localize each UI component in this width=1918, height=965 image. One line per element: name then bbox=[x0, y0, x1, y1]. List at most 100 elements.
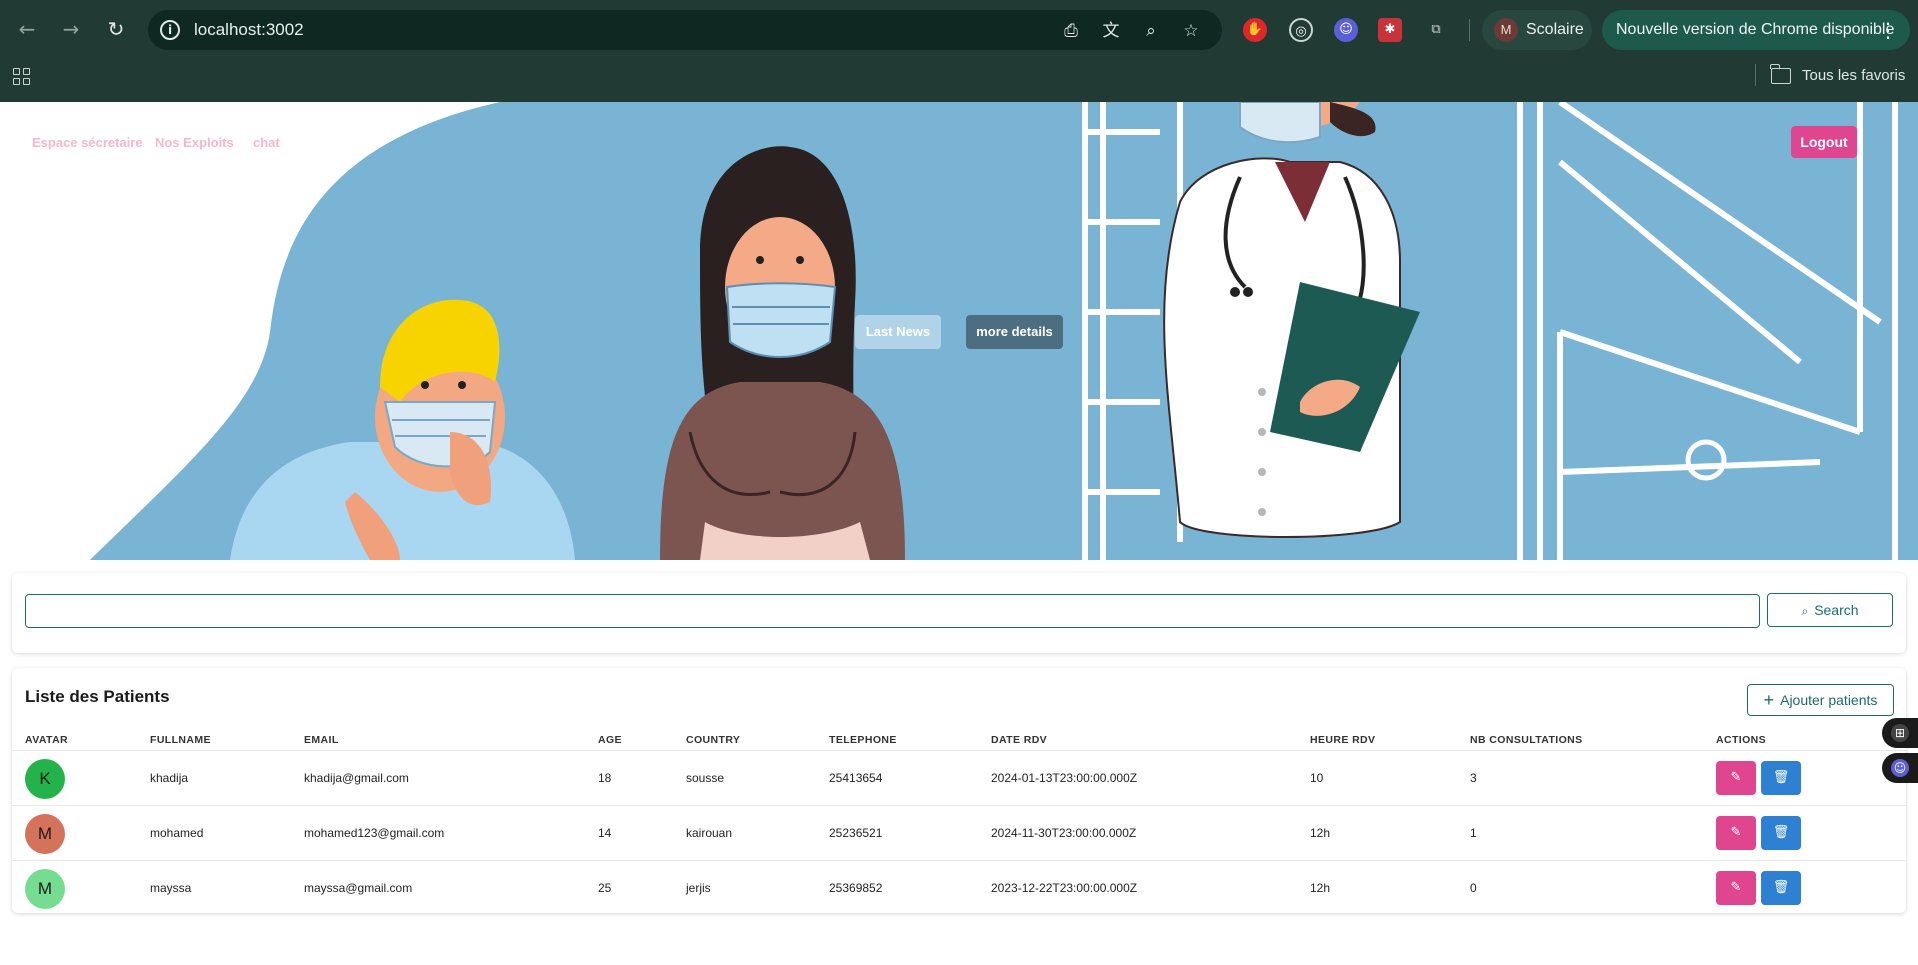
update-text: Nouvelle version de Chrome disponible bbox=[1616, 21, 1895, 38]
grid-icon: ⊞ bbox=[1891, 724, 1909, 742]
cell-fullname: khadija bbox=[150, 771, 189, 785]
avatar: K bbox=[25, 759, 65, 799]
table-row: K khadija khadija@gmail.com 18 sousse 25… bbox=[12, 751, 1906, 806]
bookmarks-bar bbox=[0, 60, 1918, 102]
delete-button[interactable]: 🗑 bbox=[1761, 761, 1801, 795]
forward-icon[interactable]: → bbox=[58, 16, 84, 42]
cell-date-rdv: 2024-11-30T23:00:00.000Z bbox=[991, 826, 1137, 840]
profile-button[interactable]: M Scolaire bbox=[1482, 10, 1592, 50]
back-icon[interactable]: ← bbox=[14, 16, 40, 42]
zoom-icon[interactable]: ⌕ bbox=[1140, 20, 1162, 42]
apps-grid-icon[interactable] bbox=[13, 68, 33, 88]
avatar: M bbox=[25, 814, 65, 854]
cell-telephone: 25369852 bbox=[829, 881, 883, 895]
trash-icon: 🗑 bbox=[1772, 770, 1790, 785]
col-country: COUNTRY bbox=[686, 734, 741, 746]
nav-chat[interactable]: chat bbox=[253, 135, 280, 150]
table-row: M mohamed mohamed123@gmail.com 14 kairou… bbox=[12, 806, 1906, 861]
delete-button[interactable]: 🗑 bbox=[1761, 871, 1801, 905]
site-info-icon[interactable]: i bbox=[160, 20, 180, 40]
search-icon: ⌕ bbox=[1801, 604, 1809, 618]
col-telephone: TELEPHONE bbox=[829, 734, 897, 746]
cell-email: khadija@gmail.com bbox=[304, 771, 409, 785]
col-email: EMAIL bbox=[304, 734, 339, 746]
add-patient-label: Ajouter patients bbox=[1780, 692, 1878, 708]
trash-icon: 🗑 bbox=[1772, 880, 1790, 895]
col-heure-rdv: HEURE RDV bbox=[1310, 734, 1376, 746]
extension-stop-icon[interactable]: ✋ bbox=[1243, 18, 1267, 42]
cell-nb-consultations: 1 bbox=[1470, 826, 1477, 840]
col-actions: ACTIONS bbox=[1716, 734, 1767, 746]
hero-illustration bbox=[90, 102, 1918, 560]
col-nb-consultations: NB CONSULTATIONS bbox=[1470, 734, 1583, 746]
cell-date-rdv: 2023-12-22T23:00:00.000Z bbox=[991, 881, 1138, 895]
col-age: AGE bbox=[598, 734, 622, 746]
cell-heure-rdv: 10 bbox=[1310, 771, 1324, 785]
cell-heure-rdv: 12h bbox=[1310, 881, 1331, 895]
edit-button[interactable]: ✎ bbox=[1716, 816, 1756, 850]
logout-button[interactable]: Logout bbox=[1791, 126, 1857, 158]
cell-email: mohamed123@gmail.com bbox=[304, 826, 445, 840]
pencil-icon: ✎ bbox=[1730, 770, 1742, 785]
profile-name: Scolaire bbox=[1526, 21, 1584, 38]
table-row: M mayssa mayssa@gmail.com 25 jerjis 2536… bbox=[12, 861, 1906, 916]
cell-nb-consultations: 0 bbox=[1470, 881, 1477, 895]
bookmark-star-icon[interactable]: ☆ bbox=[1180, 20, 1202, 42]
col-fullname: FULLNAME bbox=[150, 734, 211, 746]
cell-country: jerjis bbox=[686, 881, 711, 895]
last-news-button[interactable]: Last News bbox=[855, 315, 941, 349]
search-input[interactable] bbox=[25, 594, 1760, 628]
search-button[interactable]: ⌕ Search bbox=[1767, 593, 1893, 627]
folder-icon[interactable] bbox=[1770, 64, 1791, 84]
cell-nb-consultations: 3 bbox=[1470, 771, 1477, 785]
edit-button[interactable]: ✎ bbox=[1716, 871, 1756, 905]
nav-nos-exploits[interactable]: Nos Exploits bbox=[155, 135, 234, 150]
cell-age: 18 bbox=[598, 771, 612, 785]
cell-fullname: mohamed bbox=[150, 826, 204, 840]
extension-target-icon[interactable]: ◎ bbox=[1289, 18, 1313, 42]
cell-telephone: 25413654 bbox=[829, 771, 883, 785]
extension-puzzle-red-icon[interactable]: ✱ bbox=[1378, 18, 1402, 42]
bot-icon: ☺ bbox=[1891, 759, 1909, 777]
col-date-rdv: DATE RDV bbox=[991, 734, 1048, 746]
all-bookmarks-link[interactable]: Tous les favoris bbox=[1802, 67, 1905, 84]
translate-icon[interactable]: 文 bbox=[1100, 20, 1122, 42]
floating-extension-bot[interactable]: ☺ bbox=[1882, 753, 1918, 783]
more-details-button[interactable]: more details bbox=[966, 315, 1063, 349]
trash-icon: 🗑 bbox=[1772, 825, 1790, 840]
delete-button[interactable]: 🗑 bbox=[1761, 816, 1801, 850]
cell-country: sousse bbox=[686, 771, 725, 785]
nav-espace-secretaire[interactable]: Espace sécretaire bbox=[32, 135, 143, 150]
search-button-label: Search bbox=[1814, 602, 1859, 618]
cell-email: mayssa@gmail.com bbox=[304, 881, 413, 895]
chrome-update-button[interactable]: Nouvelle version de Chrome disponible ⋮ bbox=[1602, 10, 1910, 50]
toolbar-separator bbox=[1469, 19, 1470, 41]
col-avatar: AVATAR bbox=[25, 734, 69, 746]
avatar: M bbox=[25, 869, 65, 909]
pencil-icon: ✎ bbox=[1730, 825, 1742, 840]
extension-bot-icon[interactable]: ☺ bbox=[1334, 18, 1358, 42]
cell-age: 25 bbox=[598, 881, 612, 895]
cell-telephone: 25236521 bbox=[829, 826, 883, 840]
install-app-icon[interactable]: ⎙ bbox=[1060, 20, 1082, 42]
cell-country: kairouan bbox=[686, 826, 733, 840]
profile-avatar: M bbox=[1494, 18, 1518, 42]
address-bar[interactable]: i localhost:3002 ⎙ 文 ⌕ ☆ bbox=[148, 10, 1222, 50]
patients-title: Liste des Patients bbox=[25, 687, 170, 706]
search-card: ⌕ Search bbox=[12, 573, 1906, 653]
add-patient-button[interactable]: + Ajouter patients bbox=[1747, 684, 1894, 716]
menu-dots-icon[interactable]: ⋮ bbox=[1878, 18, 1898, 42]
hero-banner: Espace sécretaire Nos Exploits chat Logo… bbox=[0, 102, 1918, 560]
edit-button[interactable]: ✎ bbox=[1716, 761, 1756, 795]
cell-age: 14 bbox=[598, 826, 612, 840]
patients-card: Liste des Patients + Ajouter patients AVA… bbox=[12, 668, 1906, 913]
cell-heure-rdv: 12h bbox=[1310, 826, 1331, 840]
floating-extension-grid[interactable]: ⊞ bbox=[1882, 718, 1918, 748]
url-text: localhost:3002 bbox=[194, 20, 304, 39]
bookmarks-separator bbox=[1755, 64, 1756, 86]
extensions-icon[interactable]: ⧉ bbox=[1424, 18, 1448, 42]
plus-icon: + bbox=[1763, 690, 1775, 710]
reload-icon[interactable]: ↻ bbox=[103, 16, 129, 42]
cell-date-rdv: 2024-01-13T23:00:00.000Z bbox=[991, 771, 1138, 785]
cell-fullname: mayssa bbox=[150, 881, 192, 895]
